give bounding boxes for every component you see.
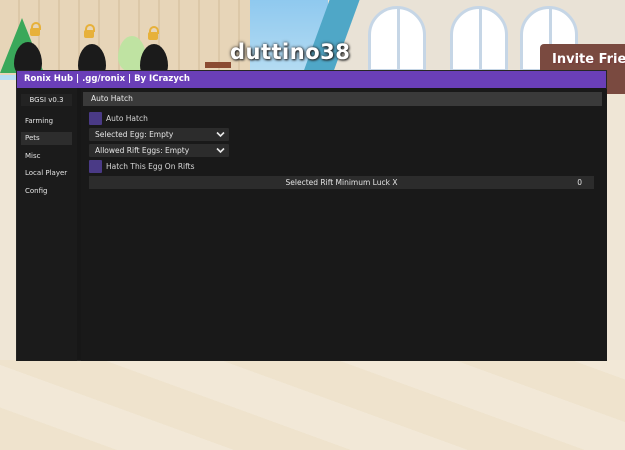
sidebar-item-misc[interactable]: Misc <box>21 150 72 163</box>
lock-icon <box>30 22 41 36</box>
chevron-down-icon <box>216 147 225 154</box>
main-content: Auto Hatch Auto Hatch Selected Egg: Empt… <box>81 89 607 361</box>
player-nametag: duttino38 <box>230 40 351 64</box>
selected-egg-dropdown[interactable]: Selected Egg: Empty <box>89 128 229 141</box>
sidebar-item-local-player[interactable]: Local Player <box>21 167 72 180</box>
selected-egg-label: Selected Egg: Empty <box>95 130 174 139</box>
chevron-down-icon <box>216 131 225 138</box>
rift-luck-slider[interactable]: Selected Rift Minimum Luck X 0 <box>89 176 594 189</box>
allowed-rift-eggs-dropdown[interactable]: Allowed Rift Eggs: Empty <box>89 144 229 157</box>
game-decor <box>205 62 231 68</box>
sidebar-item-config[interactable]: Config <box>21 185 72 198</box>
hatch-on-rifts-checkbox[interactable] <box>89 160 102 173</box>
lock-icon <box>148 26 159 40</box>
game-window <box>368 6 426 72</box>
lock-icon <box>84 24 95 38</box>
game-window <box>450 6 508 72</box>
section-header: Auto Hatch <box>83 92 602 106</box>
title-bar[interactable]: Ronix Hub | .gg/ronix | By ICrazych <box>17 71 606 88</box>
sidebar-item-pets[interactable]: Pets <box>21 132 72 145</box>
version-label: BGSI v0.3 <box>21 94 72 106</box>
auto-hatch-toggle[interactable]: Auto Hatch <box>89 112 148 125</box>
window-title: Ronix Hub | .gg/ronix | By ICrazych <box>24 74 190 84</box>
allowed-rift-eggs-label: Allowed Rift Eggs: Empty <box>95 146 190 155</box>
rift-luck-slider-value: 0 <box>577 178 582 187</box>
auto-hatch-checkbox[interactable] <box>89 112 102 125</box>
hatch-on-rifts-label: Hatch This Egg On Rifts <box>106 162 195 171</box>
hub-window: Ronix Hub | .gg/ronix | By ICrazych BGSI… <box>16 70 607 361</box>
auto-hatch-label: Auto Hatch <box>106 114 148 123</box>
sidebar-item-farming[interactable]: Farming <box>21 115 72 128</box>
sidebar <box>17 88 77 361</box>
game-floor <box>0 360 625 450</box>
rift-luck-slider-label: Selected Rift Minimum Luck X <box>285 178 398 187</box>
invite-friend-label[interactable]: Invite Friend <box>552 52 625 67</box>
hatch-on-rifts-toggle[interactable]: Hatch This Egg On Rifts <box>89 160 194 173</box>
